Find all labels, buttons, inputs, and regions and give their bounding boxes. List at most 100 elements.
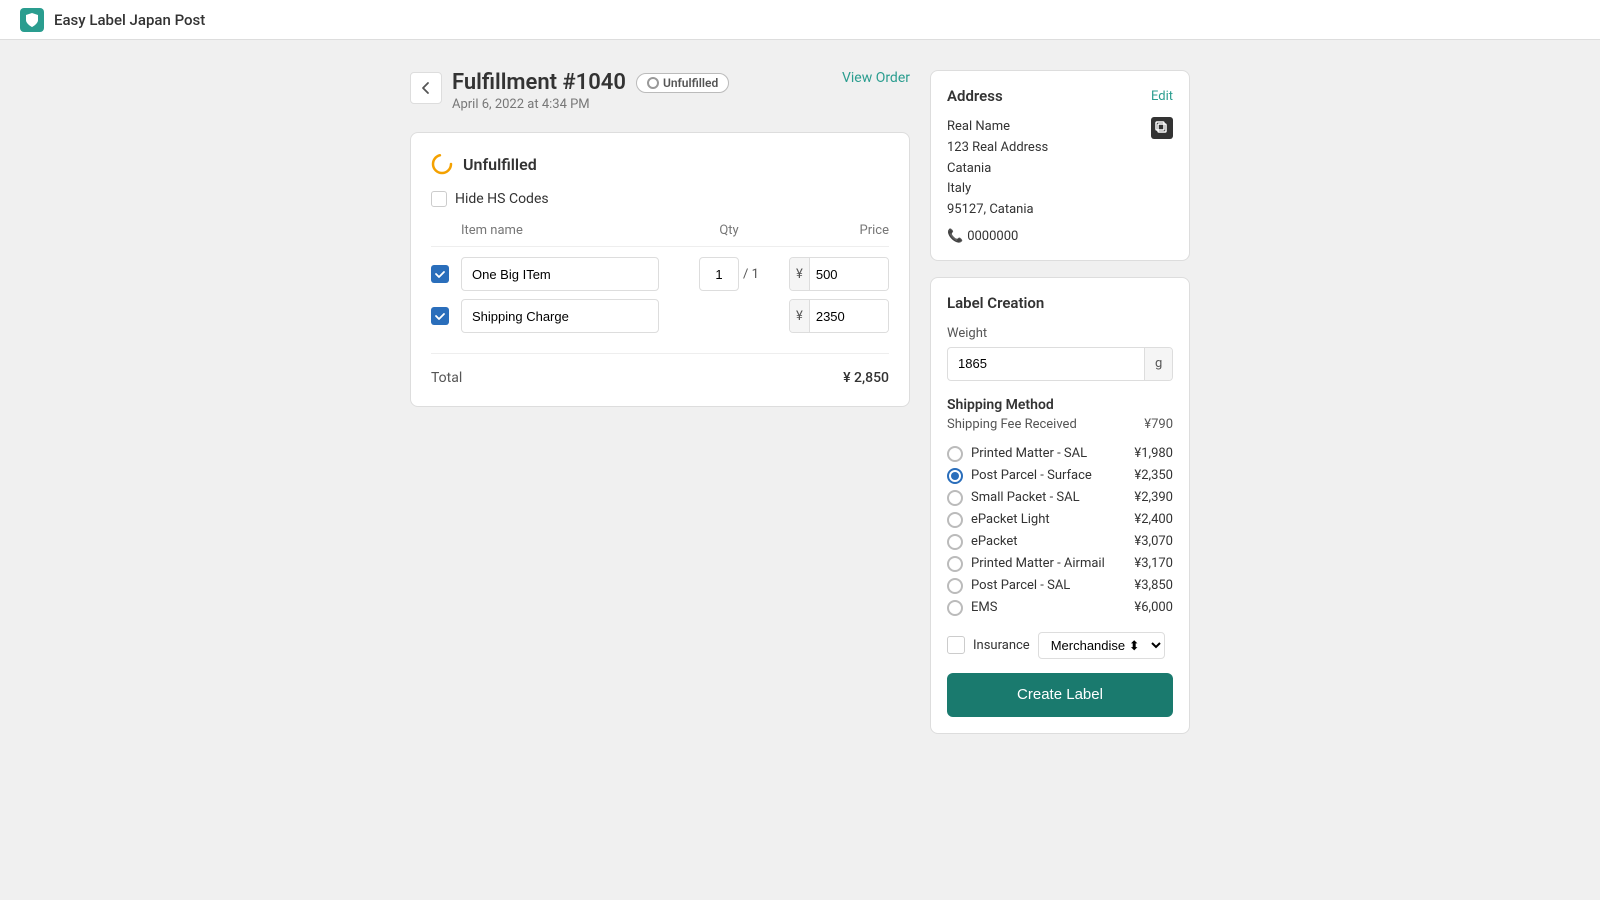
shipping-option-left-0: Printed Matter - SAL (947, 446, 1087, 462)
shipping-option-left-4: ePacket (947, 534, 1018, 550)
list-item[interactable]: Printed Matter - SAL ¥1,980 (947, 446, 1173, 462)
weight-input-wrap: g (947, 347, 1173, 381)
label-creation-title: Label Creation (947, 294, 1173, 312)
back-button[interactable] (410, 72, 442, 104)
shipping-option-price-2: ¥2,390 (1134, 490, 1173, 505)
item-name-input-1[interactable] (461, 299, 659, 333)
phone-row: 📞 0000000 (947, 229, 1173, 244)
address-name: Real Name (947, 117, 1048, 138)
hide-hs-label: Hide HS Codes (455, 191, 549, 207)
list-item[interactable]: ePacket ¥3,070 (947, 534, 1173, 550)
list-item[interactable]: Post Parcel - SAL ¥3,850 (947, 578, 1173, 594)
hide-hs-checkbox[interactable] (431, 191, 447, 207)
left-panel: Fulfillment #1040 Unfulfilled April 6, 2… (410, 70, 910, 870)
total-label: Total (431, 370, 462, 386)
shipping-option-price-3: ¥2,400 (1134, 512, 1173, 527)
list-item[interactable]: Post Parcel - Surface ¥2,350 (947, 468, 1173, 484)
col-qty-header: Qty (669, 223, 789, 238)
shipping-radio-5[interactable] (947, 556, 963, 572)
address-copy-row: Real Name 123 Real Address Catania Italy… (947, 117, 1173, 221)
list-item[interactable]: Printed Matter - Airmail ¥3,170 (947, 556, 1173, 572)
items-card: Unfulfilled Hide HS Codes Item name Qty … (410, 132, 910, 407)
shipping-options: Printed Matter - SAL ¥1,980 Post Parcel … (947, 446, 1173, 616)
list-item[interactable]: ePacket Light ¥2,400 (947, 512, 1173, 528)
shipping-option-name-0: Printed Matter - SAL (971, 446, 1087, 461)
shipping-option-left-2: Small Packet - SAL (947, 490, 1080, 506)
weight-input[interactable] (948, 356, 1144, 371)
shipping-option-name-7: EMS (971, 600, 997, 615)
item-checkbox-0[interactable] (431, 265, 449, 283)
shipping-option-price-0: ¥1,980 (1134, 446, 1173, 461)
shipping-option-price-7: ¥6,000 (1134, 600, 1173, 615)
phone-icon: 📞 (947, 229, 963, 244)
shipping-option-left-1: Post Parcel - Surface (947, 468, 1092, 484)
item-qty-input-0[interactable] (699, 257, 739, 291)
create-label-button[interactable]: Create Label (947, 673, 1173, 717)
item-check-1 (431, 307, 461, 325)
insurance-checkbox[interactable] (947, 636, 965, 654)
hide-hs-row: Hide HS Codes (431, 191, 889, 207)
item-qty-0: / 1 (669, 257, 789, 291)
weight-unit: g (1144, 348, 1172, 380)
total-value: ¥ 2,850 (843, 370, 889, 386)
shipping-radio-1[interactable] (947, 468, 963, 484)
label-creation-card: Label Creation Weight g Shipping Method … (930, 277, 1190, 734)
shipping-option-name-4: ePacket (971, 534, 1018, 549)
price-input-0[interactable] (810, 258, 889, 290)
list-item[interactable]: EMS ¥6,000 (947, 600, 1173, 616)
shipping-option-name-5: Printed Matter - Airmail (971, 556, 1105, 571)
address-title: Address (947, 87, 1003, 105)
shipping-radio-7[interactable] (947, 600, 963, 616)
logo-icon (24, 12, 40, 28)
checkmark-icon-1 (434, 310, 446, 322)
item-name-col-1 (461, 299, 669, 333)
item-price-0: ¥ (789, 257, 889, 291)
shipping-radio-0[interactable] (947, 446, 963, 462)
item-qty-total-0: / 1 (743, 267, 759, 282)
insurance-row: Insurance Merchandise ⬍ (947, 632, 1173, 659)
shipping-option-name-3: ePacket Light (971, 512, 1050, 527)
items-header: Item name Qty Price (431, 223, 889, 247)
edit-address-link[interactable]: Edit (1151, 89, 1173, 104)
app-name: Easy Label Japan Post (54, 11, 205, 29)
topbar: Easy Label Japan Post (0, 0, 1600, 40)
shipping-fee-row: Shipping Fee Received ¥790 (947, 417, 1173, 432)
shipping-option-price-5: ¥3,170 (1134, 556, 1173, 571)
price-input-1[interactable] (810, 300, 889, 332)
price-wrap-1: ¥ (789, 299, 889, 333)
view-order-link[interactable]: View Order (842, 70, 910, 86)
copy-address-button[interactable] (1151, 117, 1173, 139)
item-price-1: ¥ (789, 299, 889, 333)
address-lines: Real Name 123 Real Address Catania Italy… (947, 117, 1048, 221)
phone-number: 0000000 (967, 229, 1018, 244)
shipping-fee-label: Shipping Fee Received (947, 417, 1077, 432)
table-row: ¥ (431, 299, 889, 333)
shipping-method-title: Shipping Method (947, 397, 1173, 413)
shipping-option-price-6: ¥3,850 (1134, 578, 1173, 593)
item-name-input-0[interactable] (461, 257, 659, 291)
merchandise-select[interactable]: Merchandise ⬍ (1038, 632, 1165, 659)
shipping-option-left-3: ePacket Light (947, 512, 1050, 528)
fulfillment-title: Fulfillment #1040 Unfulfilled (452, 70, 729, 95)
address-city: Catania (947, 159, 1048, 180)
shipping-radio-2[interactable] (947, 490, 963, 506)
price-wrap-0: ¥ (789, 257, 889, 291)
shipping-radio-3[interactable] (947, 512, 963, 528)
back-arrow-icon (419, 81, 433, 95)
items-table: Item name Qty Price (431, 223, 889, 386)
fulfillment-header: Fulfillment #1040 Unfulfilled April 6, 2… (410, 70, 910, 112)
shipping-radio-4[interactable] (947, 534, 963, 550)
col-item-name-header: Item name (461, 223, 669, 238)
item-check-0 (431, 265, 461, 283)
address-street: 123 Real Address (947, 138, 1048, 159)
weight-field-label: Weight (947, 326, 1173, 341)
right-panel: Address Edit Real Name 123 Real Address … (930, 70, 1190, 870)
address-header: Address Edit (947, 87, 1173, 105)
address-card: Address Edit Real Name 123 Real Address … (930, 70, 1190, 261)
list-item[interactable]: Small Packet - SAL ¥2,390 (947, 490, 1173, 506)
shipping-option-price-4: ¥3,070 (1134, 534, 1173, 549)
item-checkbox-1[interactable] (431, 307, 449, 325)
shipping-option-name-2: Small Packet - SAL (971, 490, 1080, 505)
shipping-radio-6[interactable] (947, 578, 963, 594)
copy-icon (1155, 121, 1169, 135)
